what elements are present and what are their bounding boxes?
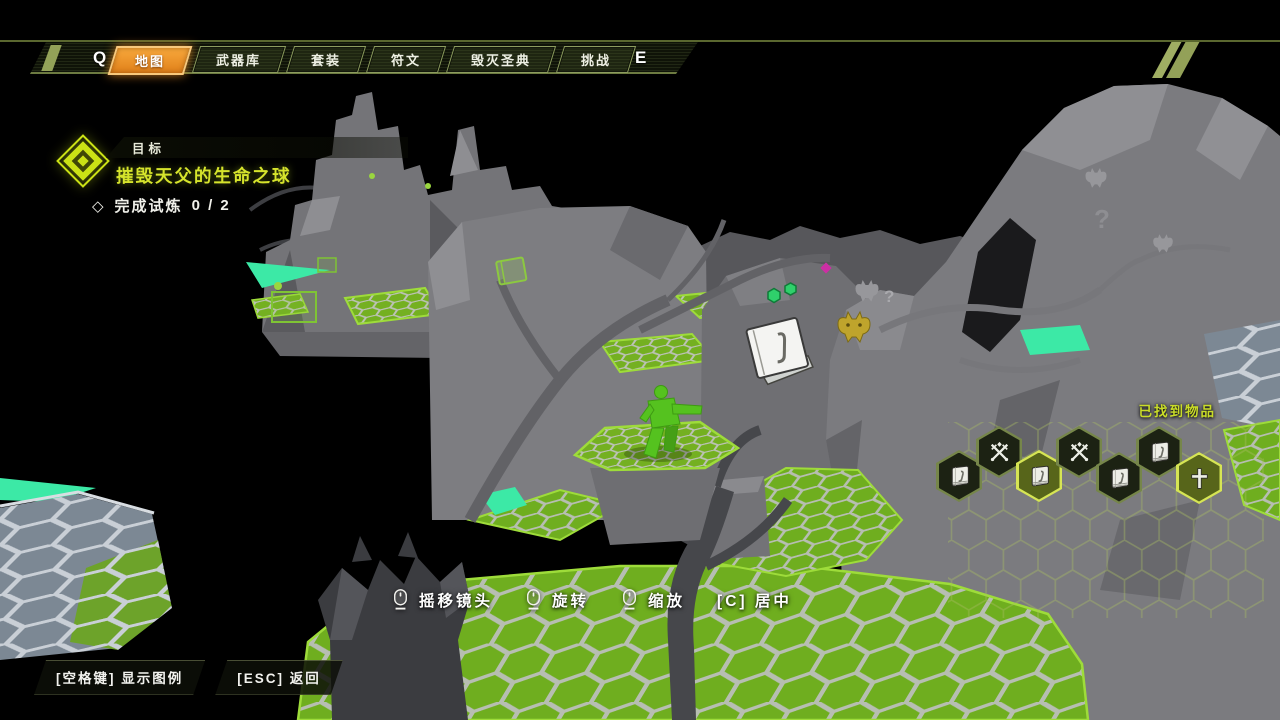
codex-book-icon — [947, 464, 972, 489]
teal-patch-right — [1020, 325, 1090, 355]
codex-book-icon — [1027, 464, 1052, 489]
show-legend-button[interactable]: [空格键] 显示图例 — [34, 660, 205, 695]
tab-challenges[interactable]: 挑战 — [556, 46, 636, 73]
tab-arsenal[interactable]: 武器库 — [192, 46, 286, 73]
map-canvas[interactable]: ? ? — [0, 0, 1280, 720]
control-zoom: 缩放 — [621, 588, 685, 611]
cross-icon — [1187, 466, 1212, 491]
objective-subtask: ◇ 完成试炼 0 / 2 — [92, 195, 231, 216]
topbar-divider-line — [0, 40, 1280, 42]
camera-controls: 摇移镜头 旋转 缩放 [C] 居中 — [392, 588, 792, 611]
question-mark-icon: ? — [884, 287, 894, 306]
subtask-progress: 0 / 2 — [192, 197, 231, 214]
objective-header-label: 目标 — [106, 138, 165, 157]
codex-book-icon — [1107, 466, 1132, 491]
tab-suits[interactable]: 套装 — [286, 46, 366, 73]
crossed-swords-icon — [1067, 440, 1092, 465]
question-mark-icon: ? — [1094, 204, 1110, 234]
hotkey-e: E — [635, 48, 646, 68]
map-screen: ? ? Q 地图 武器库 套装 符 — [0, 0, 1280, 720]
found-items-hexes — [936, 424, 1232, 510]
tab-codex[interactable]: 毁灭圣典 — [446, 46, 556, 73]
tab-bar: 地图 武器库 套装 符文 毁灭圣典 挑战 — [112, 46, 632, 75]
mouse-rotate-icon — [525, 588, 542, 611]
subtask-diamond-icon: ◇ — [92, 197, 106, 215]
control-pan: 摇移镜头 — [392, 588, 493, 611]
subtask-label: 完成试炼 — [115, 195, 183, 216]
found-items-label: 已找到物品 — [1040, 400, 1216, 420]
tab-runes[interactable]: 符文 — [366, 46, 446, 73]
objective-header-bar: 目标 — [106, 137, 408, 158]
hotkey-q: Q — [93, 48, 106, 68]
objective-title: 摧毁天父的生命之球 — [116, 163, 292, 188]
footer-buttons: [空格键] 显示图例 [ESC] 返回 — [34, 660, 343, 695]
green-book-marker — [496, 257, 527, 284]
objective-panel: 目标 摧毁天父的生命之球 ◇ 完成试炼 0 / 2 — [54, 124, 434, 224]
back-button[interactable]: [ESC] 返回 — [215, 660, 343, 695]
mouse-zoom-icon — [621, 588, 638, 611]
crossed-swords-icon — [987, 440, 1012, 465]
mouse-pan-icon — [392, 588, 409, 611]
found-item-cross-icon[interactable] — [1176, 452, 1222, 504]
control-rotate: 旋转 — [525, 588, 589, 611]
objective-diamond-icon — [54, 132, 112, 190]
codex-book-icon — [1147, 440, 1172, 465]
control-center: [C] 居中 — [717, 589, 792, 611]
tab-map[interactable]: 地图 — [108, 46, 193, 75]
